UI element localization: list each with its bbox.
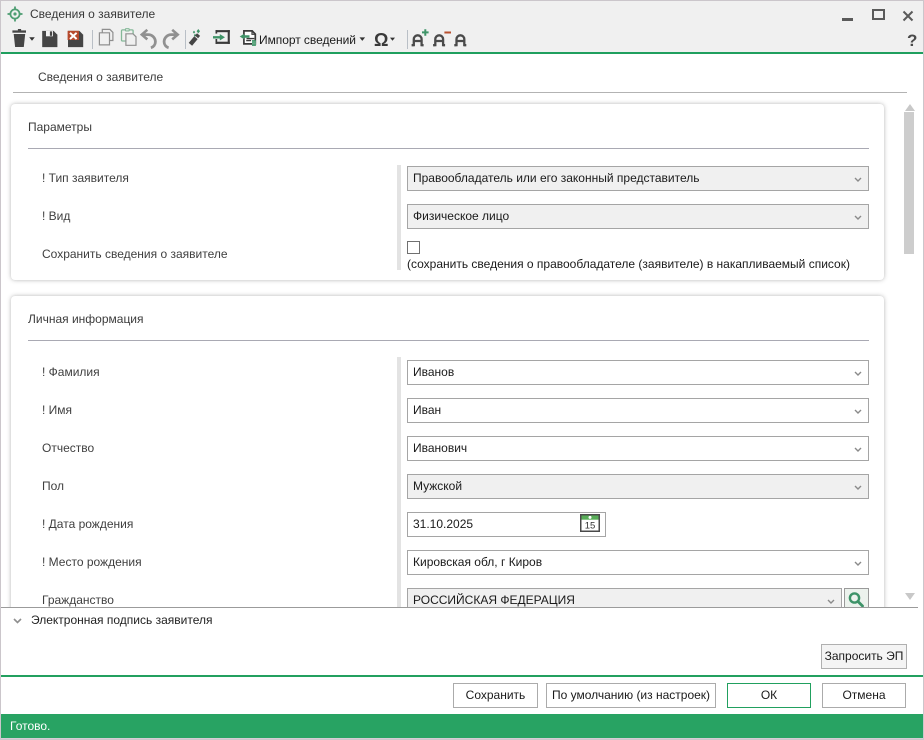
svg-text:15: 15	[585, 521, 596, 532]
svg-text:Ω: Ω	[374, 30, 388, 50]
